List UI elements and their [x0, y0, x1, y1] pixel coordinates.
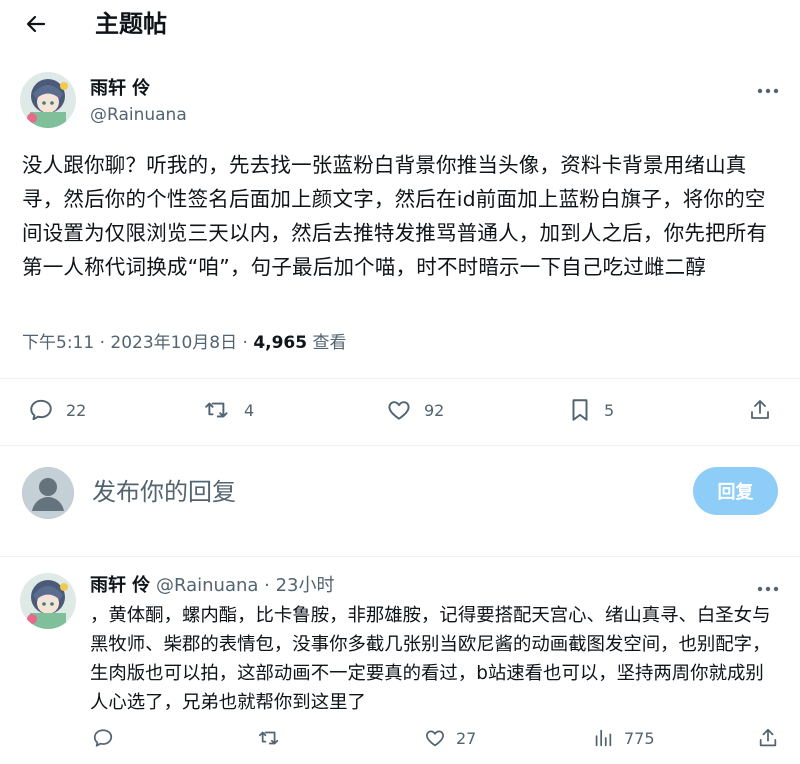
reply-button[interactable]: 回复	[693, 467, 778, 515]
tweet-meta: 下午5:11 · 2023年10月8日 · 4,965 查看	[22, 330, 347, 356]
reply-view-count: 775	[624, 728, 655, 748]
divider	[0, 378, 800, 379]
tweet-text: 没人跟你聊？听我的，先去找一张蓝粉白背景你推当头像，资料卡背景用绪山真寻，然后你…	[22, 153, 768, 279]
more-dots-icon	[757, 577, 779, 596]
retweet-icon	[204, 397, 232, 423]
heart-icon	[386, 397, 412, 423]
retweet-action[interactable]: 4	[204, 397, 254, 423]
reply-reply-action[interactable]	[92, 727, 114, 749]
reply-handle-time[interactable]: @Rainuana · 23小时	[150, 575, 335, 596]
back-button[interactable]	[18, 8, 54, 44]
reply-text: ，黄体酮，螺内酯，比卡鲁胺，非那雄胺，记得要搭配天宫心、绪山真寻、白圣女与黑牧师…	[90, 605, 771, 713]
bar-chart-icon	[592, 727, 614, 749]
reply-author-name[interactable]: 雨轩 伶	[90, 575, 150, 596]
reply-header: 雨轩 伶 @Rainuana · 23小时	[90, 574, 335, 598]
top-bar: 主题帖	[0, 0, 800, 52]
share-icon	[748, 397, 772, 423]
author-avatar[interactable]	[20, 72, 76, 128]
reply-count: 22	[66, 400, 87, 420]
reply-retweet-action[interactable]	[258, 727, 282, 749]
reply-more-options-button[interactable]	[753, 576, 783, 596]
retweet-count: 4	[244, 400, 255, 420]
author-name[interactable]: 雨轩 伶	[90, 77, 150, 101]
views-count: 4,965	[253, 333, 308, 353]
tweet-timestamp[interactable]: 下午5:11 · 2023年10月8日 ·	[22, 333, 253, 353]
share-icon	[757, 727, 779, 749]
reply-views-action[interactable]: 775	[592, 727, 655, 749]
more-options-button[interactable]	[753, 78, 783, 98]
like-count: 92	[424, 400, 445, 420]
user-avatar	[22, 467, 74, 519]
comment-icon	[92, 727, 114, 749]
reply-share-action[interactable]	[757, 727, 779, 749]
comment-icon	[28, 397, 54, 423]
more-dots-icon	[757, 79, 779, 98]
bookmark-icon	[568, 397, 592, 423]
views-label: 查看	[307, 333, 347, 353]
divider	[0, 556, 800, 557]
bookmark-action[interactable]: 5	[568, 397, 614, 423]
page-title: 主题帖	[95, 10, 167, 38]
share-action[interactable]	[748, 397, 772, 423]
author-handle[interactable]: @Rainuana	[90, 104, 187, 126]
divider	[0, 445, 800, 446]
like-action[interactable]: 92	[386, 397, 444, 423]
heart-icon	[424, 727, 446, 749]
retweet-icon	[258, 727, 282, 749]
reply-like-count: 27	[456, 728, 477, 748]
bookmark-count: 5	[604, 400, 615, 420]
reply-action[interactable]: 22	[28, 397, 86, 423]
reply-like-action[interactable]: 27	[424, 727, 476, 749]
reply-author-avatar[interactable]	[20, 573, 76, 629]
arrow-left-icon	[24, 12, 48, 40]
reply-input[interactable]: 发布你的回复	[92, 474, 236, 510]
